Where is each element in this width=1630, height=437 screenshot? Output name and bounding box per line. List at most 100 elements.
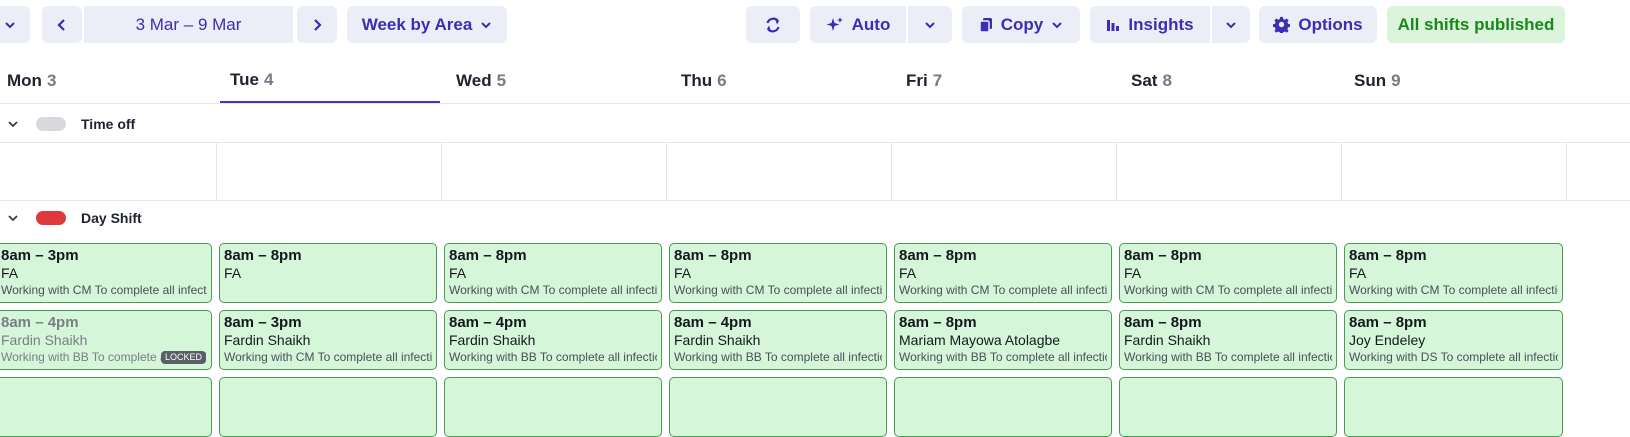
- collapse-dropdown-button[interactable]: [0, 6, 30, 43]
- publish-status-button[interactable]: All shifts published: [1387, 6, 1565, 43]
- grid-divider: [1566, 142, 1567, 200]
- refresh-button[interactable]: [746, 6, 800, 43]
- chevron-down-icon: [1052, 21, 1062, 28]
- shift-card[interactable]: 8am – 8pm Fardin Shaikh Working with BB …: [1119, 310, 1337, 370]
- shift-card[interactable]: [444, 377, 662, 437]
- gear-icon: [1273, 16, 1291, 33]
- shift-assignee: Mariam Mayowa Atolagbe: [899, 332, 1061, 348]
- options-button[interactable]: Options: [1259, 6, 1377, 43]
- prev-week-button[interactable]: [42, 6, 82, 43]
- shift-card[interactable]: 8am – 8pm FA Working with CM To complete…: [1119, 243, 1337, 303]
- day-shift-color-pill: [36, 211, 66, 225]
- options-label: Options: [1298, 14, 1363, 34]
- shift-time: 8am – 4pm: [449, 314, 527, 331]
- shift-time: 8am – 3pm: [1, 247, 79, 264]
- grid-divider: [891, 142, 892, 200]
- shift-time: 8am – 8pm: [674, 247, 752, 264]
- grid-divider: [666, 142, 667, 200]
- grid-divider: [1116, 142, 1117, 200]
- bar-chart-icon: [1107, 19, 1120, 31]
- day-header-wed[interactable]: Wed 5: [449, 58, 665, 103]
- day-name: Sat: [1131, 70, 1158, 90]
- shift-card[interactable]: 8am – 8pm Mariam Mayowa Atolagbe Working…: [894, 310, 1112, 370]
- shift-card[interactable]: 8am – 3pm Fardin Shaikh Working with CM …: [219, 310, 437, 370]
- view-selector-button[interactable]: Week by Area: [347, 6, 507, 43]
- shift-card[interactable]: [219, 377, 437, 437]
- day-number: 9: [1391, 70, 1401, 90]
- day-header-mon[interactable]: Mon 3: [0, 58, 216, 103]
- shift-assignee: Fardin Shaikh: [1, 332, 88, 348]
- shift-assignee: FA: [449, 265, 467, 281]
- shift-note: Working with DS To complete all infectio…: [1349, 350, 1558, 364]
- shift-card[interactable]: [1344, 377, 1563, 437]
- shift-card[interactable]: 8am – 8pm FA Working with CM To complete…: [1344, 243, 1563, 303]
- day-number: 4: [263, 69, 274, 89]
- shift-time: 8am – 8pm: [899, 314, 977, 331]
- chevron-down-icon[interactable]: [6, 211, 20, 225]
- shift-time: 8am – 3pm: [224, 314, 302, 331]
- shift-card[interactable]: 8am – 3pm FA Working with CM To complete…: [0, 243, 212, 303]
- shift-note: Working with BB To complete all infectio…: [449, 350, 657, 364]
- day-header-thu[interactable]: Thu 6: [674, 58, 890, 103]
- day-header-tue[interactable]: Tue 4: [220, 58, 440, 103]
- shift-card[interactable]: 8am – 8pm FA Working with CM To complete…: [894, 243, 1112, 303]
- shift-card[interactable]: 8am – 4pm Fardin Shaikh Working with BB …: [444, 310, 662, 370]
- shift-card[interactable]: 8am – 8pm Joy Endeley Working with DS To…: [1344, 310, 1563, 370]
- shift-assignee: Joy Endeley: [1349, 332, 1426, 348]
- time-off-color-pill: [36, 117, 66, 131]
- insights-button[interactable]: Insights: [1090, 6, 1210, 43]
- header-divider: [0, 103, 1630, 104]
- day-number: 6: [717, 70, 727, 90]
- shift-time: 8am – 4pm: [1, 314, 79, 331]
- shift-card[interactable]: [894, 377, 1112, 437]
- shift-card[interactable]: [1119, 377, 1337, 437]
- day-header-fri[interactable]: Fri 7: [899, 58, 1115, 103]
- copy-button[interactable]: Copy: [962, 6, 1080, 43]
- view-selector-label: Week by Area: [361, 14, 473, 34]
- auto-label: Auto: [851, 14, 891, 34]
- copy-icon: [979, 17, 992, 33]
- grid-divider: [0, 142, 1630, 143]
- shift-note: Working with BB To complete all infectio…: [674, 350, 882, 364]
- date-range-picker[interactable]: 3 Mar – 9 Mar: [84, 6, 293, 43]
- day-header-sun[interactable]: Sun 9: [1347, 58, 1563, 103]
- shift-card[interactable]: 8am – 4pm Fardin Shaikh Working with BB …: [669, 310, 887, 370]
- day-name: Thu: [681, 70, 713, 90]
- sparkle-icon: [826, 16, 843, 31]
- shift-assignee: Fardin Shaikh: [449, 332, 536, 348]
- day-number: 5: [496, 70, 507, 90]
- shift-time: 8am – 4pm: [674, 314, 752, 331]
- auto-options-dropdown[interactable]: [908, 6, 952, 43]
- day-name: Mon: [7, 70, 42, 90]
- day-number: 8: [1162, 70, 1172, 90]
- day-name: Wed: [456, 70, 492, 90]
- shift-note: Working with CM To complete all infectio…: [1, 283, 207, 297]
- shift-card[interactable]: 8am – 8pm FA Working with CM To complete…: [444, 243, 662, 303]
- shift-note: Working with CM To complete all infectio…: [1124, 283, 1332, 297]
- copy-label: Copy: [1000, 14, 1044, 34]
- shift-note: Working with BB To complete all infectio…: [899, 350, 1107, 364]
- shift-card[interactable]: 8am – 8pm FA Working with CM To complete…: [669, 243, 887, 303]
- chevron-down-icon: [925, 21, 935, 28]
- shift-card[interactable]: 8am – 8pm FA: [219, 243, 437, 303]
- shift-card[interactable]: [669, 377, 887, 437]
- auto-schedule-button[interactable]: Auto: [810, 6, 906, 43]
- shift-card[interactable]: [0, 377, 212, 437]
- shift-assignee: FA: [224, 265, 242, 281]
- day-name: Tue: [230, 69, 259, 89]
- insights-dropdown[interactable]: [1212, 6, 1250, 43]
- shift-time: 8am – 8pm: [1349, 247, 1427, 264]
- shift-assignee: FA: [899, 265, 917, 281]
- chevron-down-icon[interactable]: [6, 117, 20, 131]
- shift-card[interactable]: 8am – 4pm Fardin Shaikh Working with BB …: [0, 310, 212, 370]
- insights-label: Insights: [1128, 14, 1194, 34]
- next-week-button[interactable]: [297, 6, 337, 43]
- shift-note: Working with CM To complete all infectio…: [899, 283, 1107, 297]
- shift-note: Working with CM To complete all infectio…: [449, 283, 657, 297]
- group-name-time-off: Time off: [81, 116, 136, 132]
- shift-assignee: Fardin Shaikh: [1124, 332, 1211, 348]
- day-header-sat[interactable]: Sat 8: [1124, 58, 1340, 103]
- grid-divider: [216, 142, 217, 200]
- shift-time: 8am – 8pm: [899, 247, 977, 264]
- day-number: 3: [46, 70, 57, 90]
